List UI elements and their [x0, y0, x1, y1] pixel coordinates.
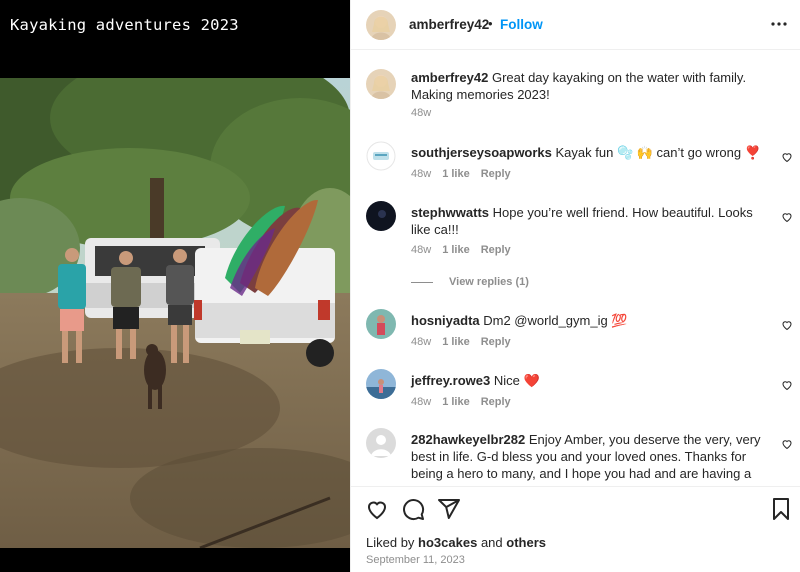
commenter-avatar[interactable]	[366, 141, 396, 171]
comment-username[interactable]: 282hawkeyelbr282	[411, 432, 525, 447]
comment-text: Dm2 @world_gym_ig 💯	[483, 313, 628, 328]
like-heart-icon[interactable]	[781, 151, 793, 163]
comment-text: Nice ❤️	[493, 373, 540, 388]
media-caption: Kayaking adventures 2023	[10, 16, 239, 34]
comment-username[interactable]: hosniyadta	[411, 313, 480, 328]
liked-by-others[interactable]: others	[506, 535, 546, 550]
follow-button[interactable]: Follow	[500, 17, 543, 32]
comment-likes[interactable]: 1 like	[442, 396, 470, 408]
comment-likes[interactable]: 1 like	[442, 336, 470, 348]
view-replies-button[interactable]: View replies (1)	[411, 276, 529, 288]
like-heart-icon[interactable]	[781, 379, 793, 391]
comment-likes[interactable]: 1 like	[442, 168, 470, 180]
comment-time: 48w	[411, 168, 432, 180]
comment-username[interactable]: stephwwatts	[411, 205, 489, 220]
save-bookmark-icon[interactable]	[769, 497, 793, 521]
author-avatar[interactable]	[366, 10, 396, 40]
commenter-avatar[interactable]	[366, 428, 396, 458]
comment-bubble-icon[interactable]	[401, 497, 425, 521]
liked-by-user[interactable]: ho3cakes	[418, 535, 477, 550]
comment-username[interactable]: southjerseysoapworks	[411, 145, 552, 160]
like-heart-icon[interactable]	[365, 497, 389, 521]
like-heart-icon[interactable]	[781, 438, 793, 450]
commenter-avatar[interactable]	[366, 201, 396, 231]
post-side-panel: amberfrey42 • Follow amberfrey42 Great d…	[350, 0, 800, 572]
commenter-avatar[interactable]	[366, 369, 396, 399]
view-replies-line	[411, 281, 433, 283]
comments-list[interactable]: amberfrey42 Great day kayaking on the wa…	[351, 51, 800, 485]
reply-button[interactable]: Reply	[481, 336, 511, 348]
author-avatar-small[interactable]	[366, 69, 396, 99]
comment-time: 48w	[411, 336, 432, 348]
separator-dot: •	[488, 16, 493, 31]
like-heart-icon[interactable]	[781, 319, 793, 331]
reply-button[interactable]: Reply	[481, 396, 511, 408]
comment-time: 48w	[411, 244, 432, 256]
post-date: September 11, 2023	[366, 554, 465, 566]
share-send-icon[interactable]	[437, 497, 461, 521]
view-replies-label[interactable]: View replies (1)	[449, 276, 529, 288]
post-actions-footer: Liked by ho3cakes and others September 1…	[351, 486, 800, 572]
like-heart-icon[interactable]	[781, 211, 793, 223]
liked-by-and: and	[480, 535, 503, 550]
comment-likes[interactable]: 1 like	[442, 244, 470, 256]
liked-by-text: Liked by ho3cakes and others	[366, 535, 546, 550]
post-media[interactable]: Kayaking adventures 2023	[0, 0, 350, 572]
more-options-icon[interactable]	[769, 14, 789, 34]
author-username[interactable]: amberfrey42	[409, 17, 489, 32]
reply-button[interactable]: Reply	[481, 168, 511, 180]
post-header: amberfrey42 • Follow	[351, 0, 800, 50]
post-photo	[0, 78, 350, 548]
comment-text: Kayak fun 🫧 🙌 can’t go wrong ❣️	[555, 145, 761, 160]
comment-time: 48w	[411, 396, 432, 408]
comment-username[interactable]: amberfrey42	[411, 70, 488, 85]
comment-username[interactable]: jeffrey.rowe3	[411, 373, 490, 388]
commenter-avatar[interactable]	[366, 309, 396, 339]
reply-button[interactable]: Reply	[481, 244, 511, 256]
comment-time: 48w	[411, 107, 432, 119]
liked-by-prefix: Liked by	[366, 535, 415, 550]
